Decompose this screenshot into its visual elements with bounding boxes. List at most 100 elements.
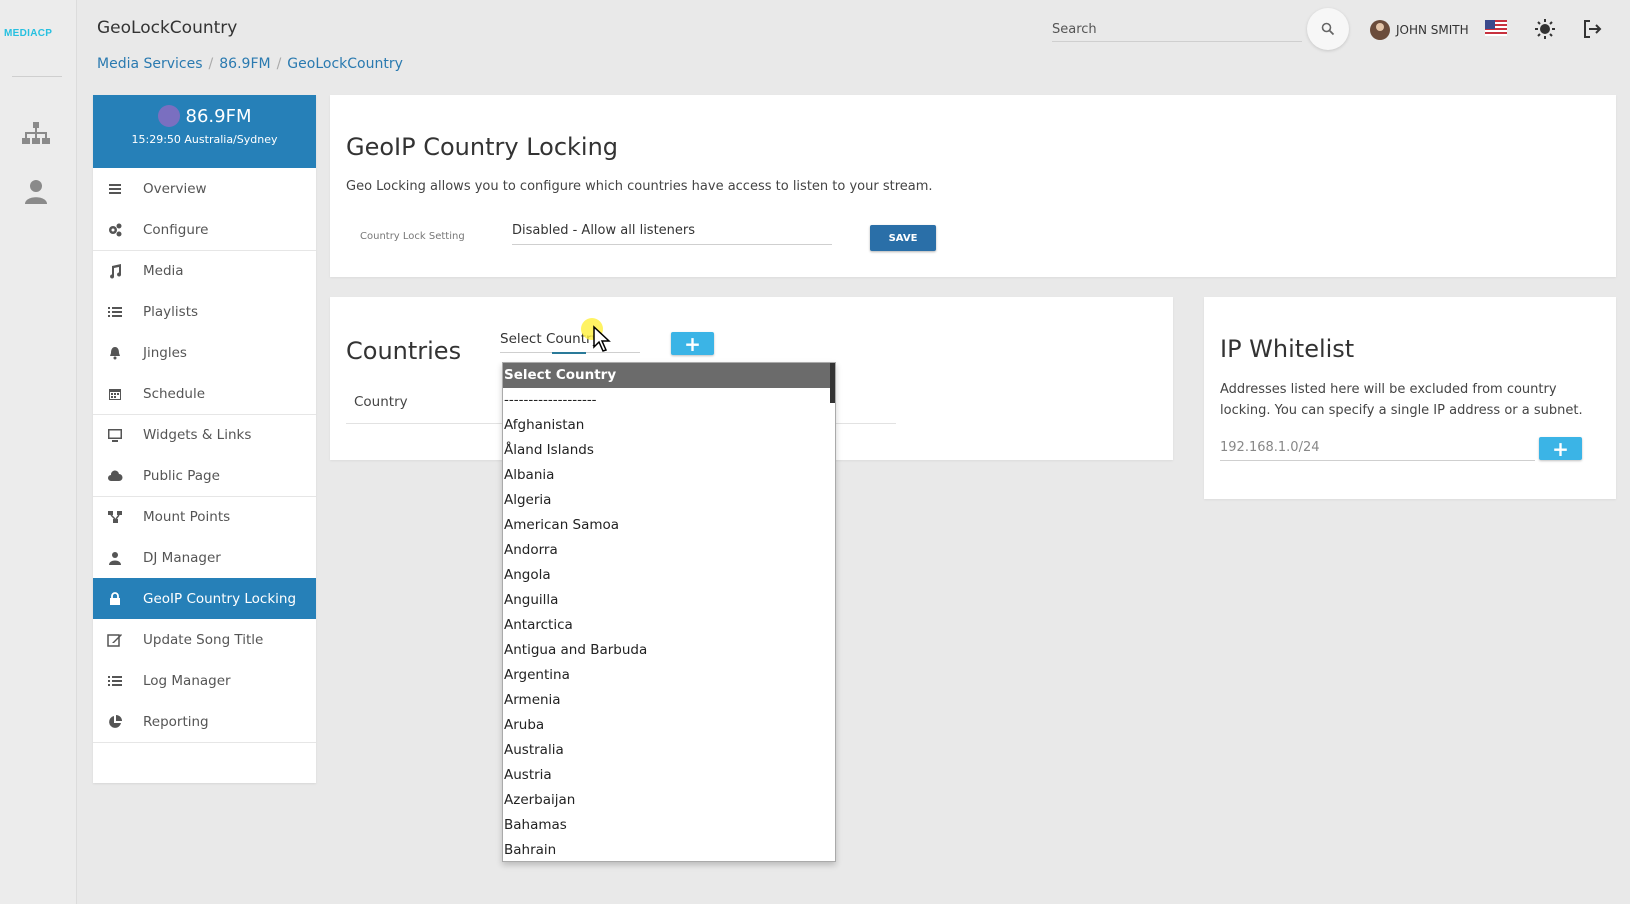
countries-title: Countries: [346, 337, 462, 365]
dropdown-option[interactable]: Antarctica: [503, 613, 835, 638]
dropdown-option[interactable]: Bahrain: [503, 838, 835, 861]
sidebar-item-jingles[interactable]: Jingles: [93, 332, 316, 373]
dropdown-option[interactable]: Austria: [503, 763, 835, 788]
station-name-row: 86.9FM: [93, 105, 316, 127]
dropdown-option[interactable]: Select Country: [503, 363, 835, 388]
sidebar-item-media[interactable]: Media: [93, 250, 316, 291]
sidebar-item-label: DJ Manager: [143, 549, 221, 566]
sidebar-item-log-manager[interactable]: Log Manager: [93, 660, 316, 701]
sidebar-item-dj-manager[interactable]: DJ Manager: [93, 537, 316, 578]
rail-divider: [12, 76, 62, 77]
breadcrumb-station[interactable]: 86.9FM: [219, 56, 270, 72]
dropdown-option[interactable]: Albania: [503, 463, 835, 488]
logout-icon[interactable]: [1581, 18, 1603, 40]
add-country-button[interactable]: +: [671, 332, 714, 355]
bell-icon: [110, 346, 120, 359]
lock-icon: [110, 591, 120, 605]
sidebar-item-public-page[interactable]: Public Page: [93, 455, 316, 496]
page-title: GeoIP Country Locking: [346, 133, 619, 161]
dropdown-option[interactable]: Armenia: [503, 688, 835, 713]
sidebar-item-schedule[interactable]: Schedule: [93, 373, 316, 414]
edit-icon: [107, 633, 122, 647]
sidebar-menu: Overview Configure Media Playlists Jingl…: [93, 168, 316, 760]
dropdown-option[interactable]: Antigua and Barbuda: [503, 638, 835, 663]
country-lock-setting-select[interactable]: Disabled - Allow all listeners: [512, 219, 832, 245]
sidebar-item-update-song-title[interactable]: Update Song Title: [93, 619, 316, 660]
mouse-pointer-icon: [593, 325, 611, 352]
sidebar-item-label: Schedule: [143, 385, 206, 402]
ip-address-input[interactable]: [1220, 435, 1535, 461]
dropdown-scrollbar[interactable]: [830, 363, 835, 403]
left-rail: MEDIACP: [0, 0, 77, 904]
cloud-icon: [108, 469, 123, 481]
sidebar-item-widgets[interactable]: Widgets & Links: [93, 414, 316, 455]
search-button[interactable]: [1307, 8, 1349, 50]
station-sidebar: 86.9FM 15:29:50 Australia/Sydney Overvie…: [93, 95, 316, 783]
sidebar-item-label: Public Page: [143, 467, 220, 484]
cogs-icon: [109, 223, 122, 236]
sidebar-item-geoip-locking[interactable]: GeoIP Country Locking: [93, 578, 316, 619]
user-icon: [109, 551, 121, 565]
sidebar-item-label: GeoIP Country Locking: [143, 590, 297, 607]
brightness-icon[interactable]: [1534, 18, 1556, 40]
sidebar-item-label: Configure: [143, 221, 209, 238]
station-time: 15:29:50 Australia/Sydney: [131, 133, 278, 146]
search-field: [1052, 18, 1302, 42]
dropdown-option[interactable]: Anguilla: [503, 588, 835, 613]
sidebar-item-label: Jingles: [143, 344, 187, 361]
country-select[interactable]: Select Country: [500, 327, 640, 354]
geoip-description: Geo Locking allows you to configure whic…: [346, 179, 933, 194]
dropdown-option[interactable]: American Samoa: [503, 513, 835, 538]
dropdown-option[interactable]: Andorra: [503, 538, 835, 563]
geoip-settings-card: GeoIP Country Locking Geo Locking allows…: [330, 95, 1616, 277]
sidebar-item-playlists[interactable]: Playlists: [93, 291, 316, 332]
flag-us-icon[interactable]: [1485, 20, 1507, 36]
dropdown-option[interactable]: Aruba: [503, 713, 835, 738]
dropdown-option[interactable]: Afghanistan: [503, 413, 835, 438]
mediacp-logo[interactable]: MEDIACP: [4, 28, 74, 39]
select-focus-indicator: [552, 352, 586, 354]
sidebar-item-reporting[interactable]: Reporting: [93, 701, 316, 742]
country-dropdown-list[interactable]: Select Country ------------------- Afgha…: [502, 362, 836, 862]
bars-icon: [109, 183, 121, 194]
sidebar-item-label: Update Song Title: [143, 631, 264, 648]
sidebar-item-label: Mount Points: [143, 509, 231, 525]
user-name: JOHN SMITH: [1396, 23, 1469, 37]
sidebar-footer: [93, 742, 316, 760]
station-header: 86.9FM 15:29:50 Australia/Sydney: [93, 95, 316, 168]
dropdown-option[interactable]: Åland Islands: [503, 438, 835, 463]
music-icon: [110, 264, 122, 279]
dropdown-option[interactable]: Argentina: [503, 663, 835, 688]
save-button[interactable]: SAVE: [870, 225, 936, 251]
station-logo: [157, 105, 180, 127]
sidebar-item-label: Overview: [143, 180, 207, 197]
sidebar-item-overview[interactable]: Overview: [93, 168, 316, 209]
sidebar-item-label: Media: [143, 263, 184, 279]
sidebar-item-mount-points[interactable]: Mount Points: [93, 496, 316, 537]
breadcrumb-media-services[interactable]: Media Services: [97, 56, 203, 72]
sidebar-item-configure[interactable]: Configure: [93, 209, 316, 250]
monitor-icon: [108, 429, 122, 442]
sidebar-item-label: Reporting: [143, 713, 209, 730]
sidebar-item-label: Log Manager: [143, 672, 231, 689]
dropdown-option[interactable]: Algeria: [503, 488, 835, 513]
dropdown-separator: -------------------: [504, 392, 597, 408]
search-input[interactable]: [1052, 18, 1302, 40]
search-icon: [1321, 22, 1335, 36]
list-icon: [108, 306, 122, 317]
breadcrumb-separator: /: [276, 56, 282, 72]
add-ip-button[interactable]: +: [1539, 437, 1582, 460]
avatar: [1370, 20, 1390, 40]
dropdown-option[interactable]: Angola: [503, 563, 835, 588]
user-menu[interactable]: JOHN SMITH: [1370, 20, 1469, 40]
breadcrumb-separator: /: [208, 56, 214, 72]
ip-whitelist-title: IP Whitelist: [1220, 335, 1355, 363]
breadcrumb-current[interactable]: GeoLockCountry: [287, 56, 403, 72]
sitemap-icon[interactable]: [20, 118, 52, 150]
dropdown-option[interactable]: Australia: [503, 738, 835, 763]
dropdown-option[interactable]: Azerbaijan: [503, 788, 835, 813]
station-name: 86.9FM: [185, 105, 252, 127]
dropdown-option[interactable]: Bahamas: [503, 813, 835, 838]
country-column-header: Country: [354, 394, 408, 410]
user-icon[interactable]: [20, 176, 52, 208]
